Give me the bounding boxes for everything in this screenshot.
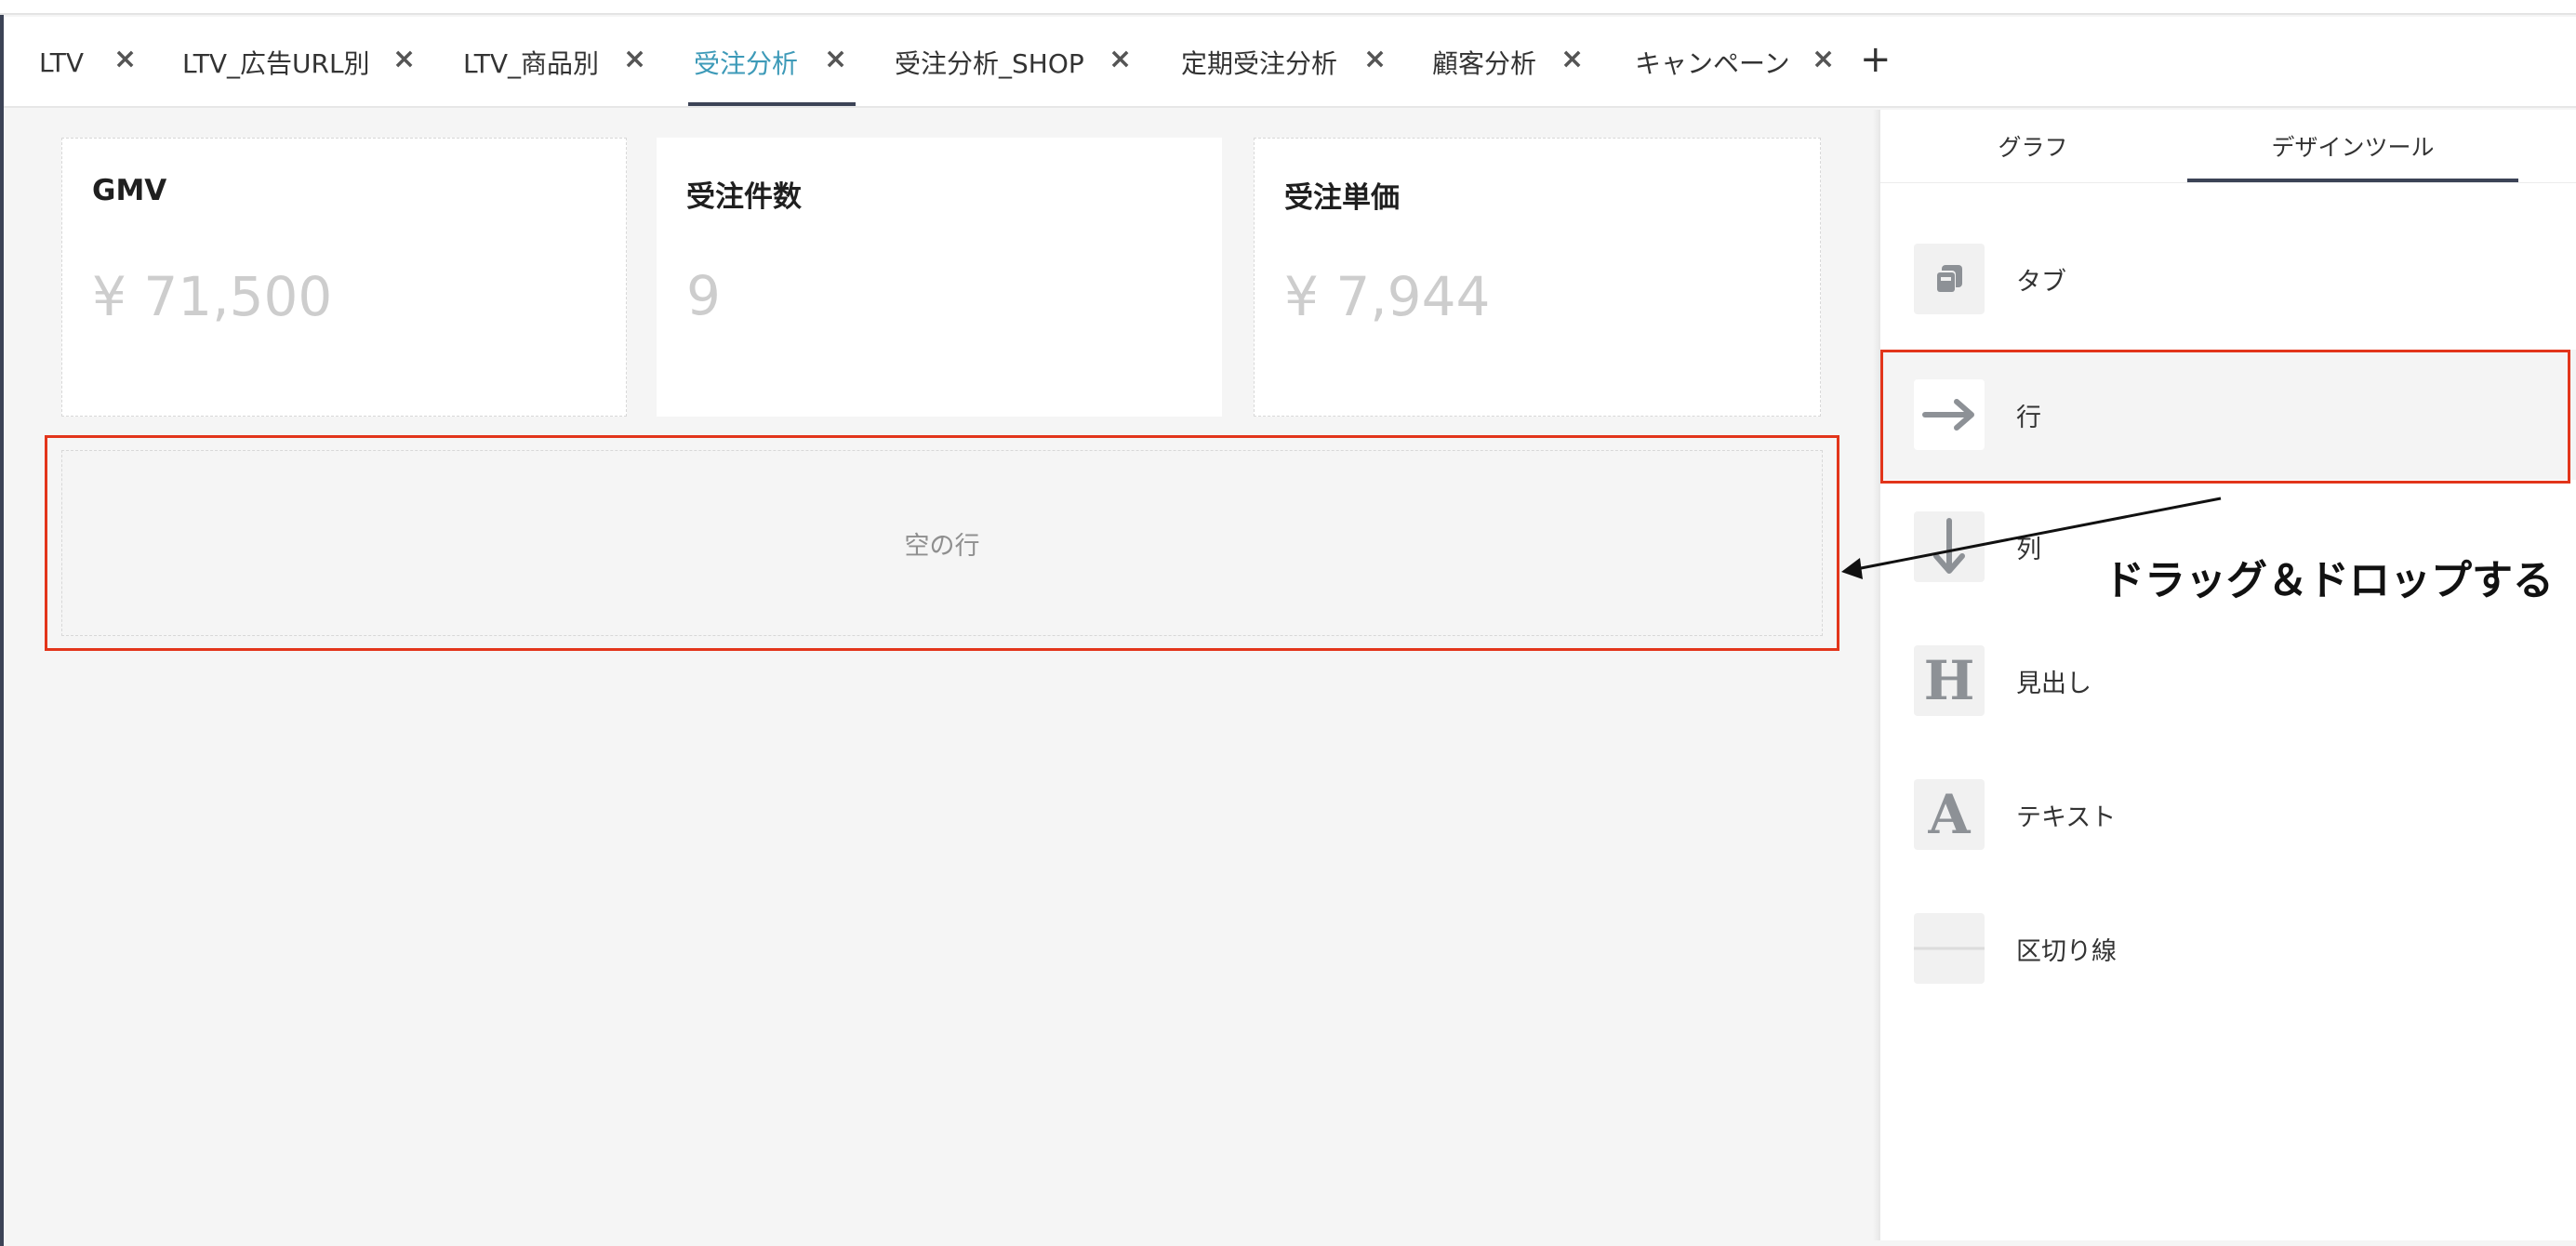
panel-tab-divider bbox=[1880, 182, 2576, 183]
metric-title: 受注単価 bbox=[1284, 181, 1400, 215]
tab-close-icon[interactable]: × bbox=[623, 43, 646, 75]
tool-label: テキスト bbox=[2016, 802, 2117, 832]
metric-card-gmv[interactable]: GMV ¥ 71,500 bbox=[61, 138, 627, 417]
tab-label: 受注分析 bbox=[694, 48, 799, 79]
metric-value: ¥ 71,500 bbox=[92, 265, 333, 328]
heading-icon: H bbox=[1914, 645, 1985, 716]
tool-label: 区切り線 bbox=[2016, 936, 2117, 966]
tab-close-icon[interactable]: × bbox=[392, 43, 416, 75]
tool-label: 見出し bbox=[2016, 669, 2091, 698]
panel-tab-label: グラフ bbox=[1998, 134, 2068, 161]
tab-label: 受注分析_SHOP bbox=[895, 48, 1084, 79]
annotation-text: ドラッグ＆ドロップする bbox=[2104, 557, 2554, 604]
tab-label: LTV_広告URL別 bbox=[182, 48, 370, 79]
tab-ltv-ad-url[interactable]: LTV_広告URL別 × bbox=[182, 17, 416, 108]
tool-label: 列 bbox=[2016, 535, 2041, 564]
tool-divider[interactable]: 区切り線 bbox=[1880, 883, 2576, 1014]
tab-label: LTV bbox=[39, 46, 85, 78]
tab-subscription-analysis[interactable]: 定期受注分析 × bbox=[1181, 17, 1387, 108]
tab-label: LTV_商品別 bbox=[463, 48, 600, 79]
metric-title: 受注件数 bbox=[686, 180, 802, 214]
add-tab-button[interactable]: + bbox=[1860, 39, 1892, 80]
tab-ltv[interactable]: LTV × bbox=[39, 17, 137, 108]
tool-label: タブ bbox=[2016, 267, 2066, 297]
tab-label: キャンペーン bbox=[1635, 48, 1790, 79]
tab-campaign[interactable]: キャンペーン × bbox=[1635, 17, 1835, 108]
metric-value: 9 bbox=[686, 264, 721, 327]
dashboard-tab-bar: LTV × LTV_広告URL別 × LTV_商品別 × 受注分析 × 受注分析… bbox=[4, 17, 2576, 108]
tab-design-tools[interactable]: デザインツール bbox=[2213, 110, 2492, 182]
arrow-right-icon bbox=[1914, 379, 1985, 450]
left-edge-bar bbox=[0, 15, 4, 1246]
tab-label: 定期受注分析 bbox=[1181, 48, 1338, 79]
top-strip bbox=[0, 0, 2576, 15]
tab-close-icon[interactable]: × bbox=[1560, 43, 1584, 75]
metric-value: ¥ 7,944 bbox=[1284, 265, 1491, 328]
empty-row-dropzone[interactable]: 空の行 bbox=[61, 450, 1823, 636]
text-icon: A bbox=[1914, 779, 1985, 850]
panel-tab-label: デザインツール bbox=[2271, 134, 2435, 161]
tab-ltv-product[interactable]: LTV_商品別 × bbox=[463, 17, 646, 108]
tab-order-analysis-shop[interactable]: 受注分析_SHOP × bbox=[895, 17, 1132, 108]
design-panel: グラフ デザインツール タブ 行 列 H 見出し A テキスト 区切り線 bbox=[1879, 110, 2576, 1240]
tab-customer-analysis[interactable]: 顧客分析 × bbox=[1432, 17, 1584, 108]
metric-card-order-count[interactable]: 受注件数 9 bbox=[657, 138, 1222, 417]
tab-close-icon[interactable]: × bbox=[113, 43, 137, 75]
tab-icon bbox=[1914, 244, 1985, 314]
tab-label: 顧客分析 bbox=[1432, 48, 1537, 79]
tab-close-icon[interactable]: × bbox=[1109, 43, 1132, 75]
tab-close-icon[interactable]: × bbox=[1363, 43, 1387, 75]
metric-title: GMV bbox=[92, 174, 167, 207]
tool-row[interactable]: 行 bbox=[1880, 350, 2576, 480]
tab-graph[interactable]: グラフ bbox=[1893, 110, 2172, 182]
tool-heading[interactable]: H 見出し bbox=[1880, 616, 2576, 746]
active-tab-underline bbox=[688, 102, 856, 106]
tab-order-analysis[interactable]: 受注分析 × bbox=[694, 17, 847, 108]
tab-close-icon[interactable]: × bbox=[824, 43, 847, 75]
tab-close-icon[interactable]: × bbox=[1812, 43, 1835, 75]
arrow-down-icon bbox=[1914, 511, 1985, 582]
divider-icon bbox=[1914, 913, 1985, 984]
tool-text[interactable]: A テキスト bbox=[1880, 749, 2576, 880]
metric-card-unit-price[interactable]: 受注単価 ¥ 7,944 bbox=[1254, 138, 1821, 417]
tool-label: 行 bbox=[2016, 403, 2041, 432]
tool-tab[interactable]: タブ bbox=[1880, 214, 2576, 344]
